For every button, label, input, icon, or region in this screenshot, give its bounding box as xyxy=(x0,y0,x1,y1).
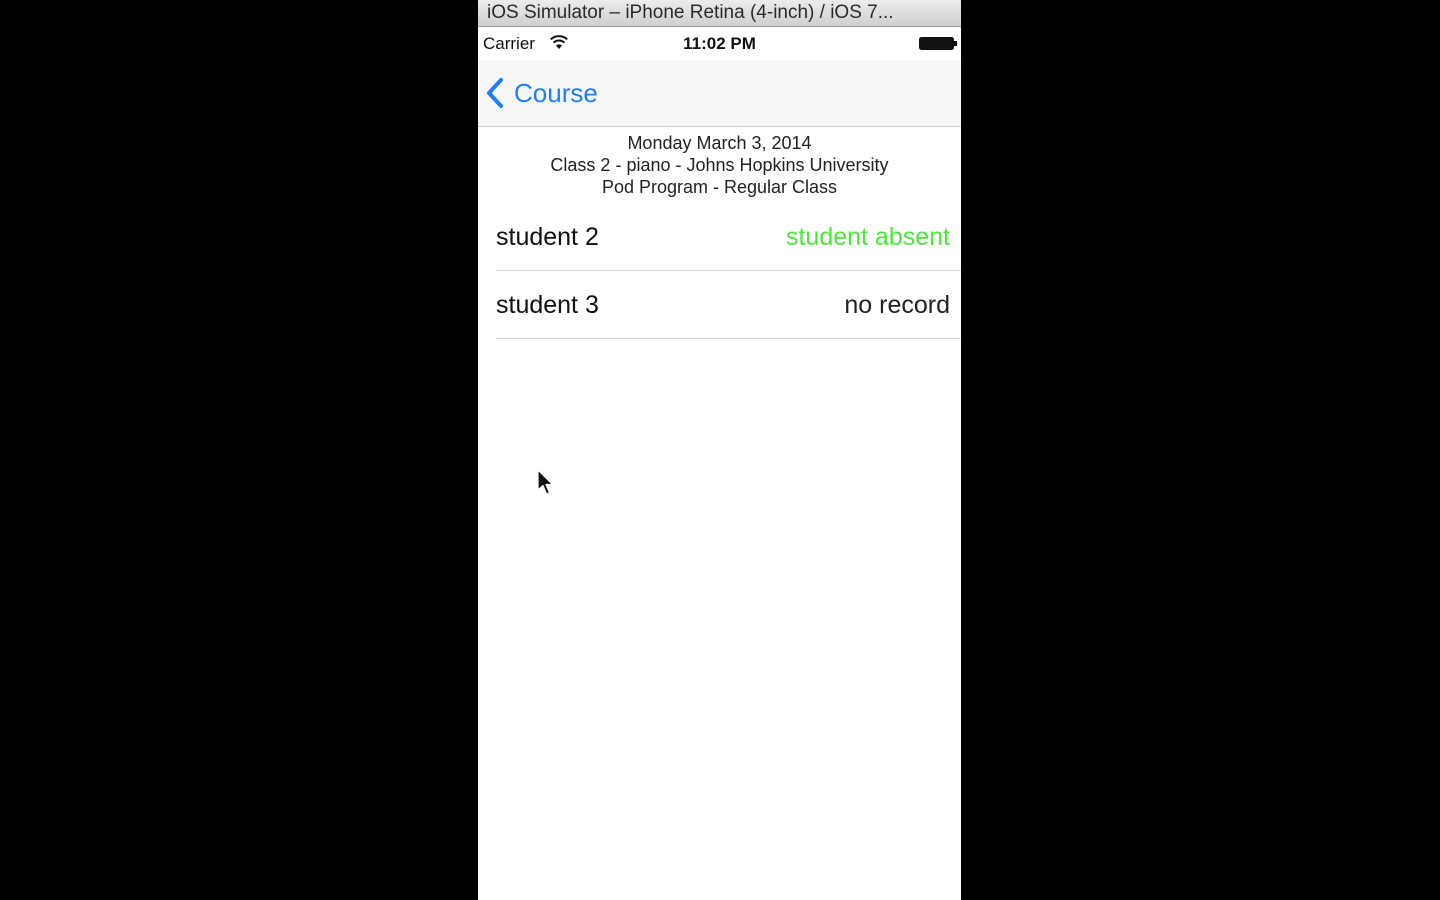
row-separator xyxy=(496,338,961,339)
status-time: 11:02 PM xyxy=(683,34,756,53)
chevron-left-icon xyxy=(487,78,503,108)
status-bar: Carrier 11:02 PM xyxy=(478,28,961,60)
navigation-bar: Course xyxy=(478,60,961,127)
simulator-window: iOS Simulator – iPhone Retina (4-inch) /… xyxy=(478,0,961,900)
mouse-cursor-icon xyxy=(537,469,554,495)
class-date: Monday March 3, 2014 xyxy=(627,133,812,153)
back-button[interactable]: Course xyxy=(484,74,598,112)
battery-icon xyxy=(919,37,957,50)
student-row[interactable]: student 2 student absent xyxy=(478,203,961,271)
student-row[interactable]: student 3 no record xyxy=(478,271,961,339)
student-status: no record xyxy=(844,291,950,319)
class-program: Pod Program - Regular Class xyxy=(601,177,838,197)
window-title[interactable]: iOS Simulator – iPhone Retina (4-inch) /… xyxy=(478,0,961,27)
student-list: student 2 student absent student 3 no re… xyxy=(478,203,961,339)
class-info: Class 2 - piano - Johns Hopkins Universi… xyxy=(550,155,889,175)
class-header: Monday March 3, 2014 Class 2 - piano - J… xyxy=(478,132,961,198)
student-name: student 2 xyxy=(496,223,599,251)
student-status: student absent xyxy=(785,223,950,251)
student-name: student 3 xyxy=(496,291,599,319)
back-button-label: Course xyxy=(514,77,598,108)
